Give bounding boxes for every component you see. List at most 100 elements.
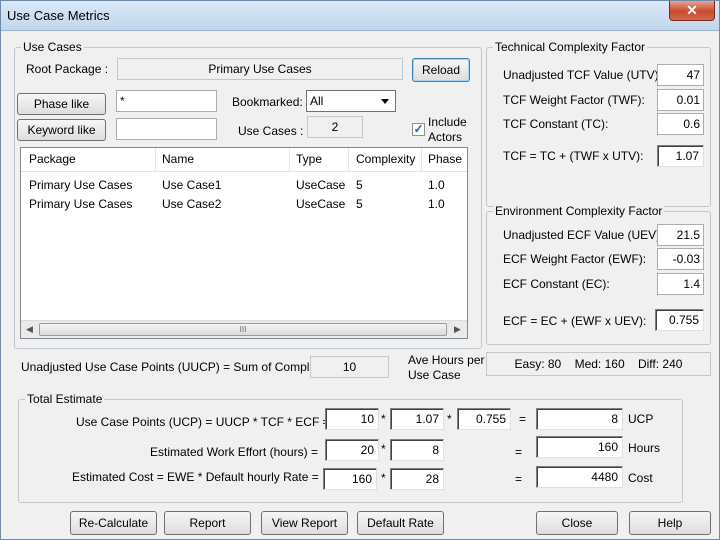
ucp-ecf-value: 0.755	[457, 408, 511, 430]
tcf-group-title: Technical Complexity Factor	[493, 40, 648, 54]
keyword-like-button[interactable]: Keyword like	[17, 119, 106, 141]
equals-sign: =	[515, 472, 523, 486]
effort-label: Estimated Work Effort (hours) =	[150, 445, 318, 459]
column-header-type[interactable]: Type	[296, 152, 322, 166]
bookmarked-select[interactable]: All	[306, 90, 396, 112]
cell-package: Primary Use Cases	[29, 178, 133, 192]
column-header-name[interactable]: Name	[162, 152, 194, 166]
ecf-uev-label: Unadjusted ECF Value (UEV):	[503, 228, 664, 242]
ucp-unit: UCP	[628, 412, 654, 426]
tcf-twf-input[interactable]: 0.01	[657, 89, 704, 111]
tcf-tc-label: TCF Constant (TC):	[503, 117, 609, 131]
include-actors-label-1: Include	[428, 115, 467, 129]
use-case-list[interactable]: Package Name Type Complexity Phase Prima…	[20, 147, 468, 339]
cell-complexity: 5	[356, 197, 363, 211]
keyword-like-input[interactable]	[116, 118, 217, 140]
effort-result: 160	[536, 436, 623, 458]
horizontal-scrollbar[interactable]: ◀ III ▶	[21, 320, 467, 338]
chevron-down-icon	[381, 99, 389, 104]
cell-type: UseCase	[296, 197, 346, 211]
ecf-formula-label: ECF = EC + (EWF x UEV):	[503, 314, 647, 328]
phase-like-input[interactable]: *	[116, 90, 217, 112]
view-report-button[interactable]: View Report	[261, 511, 348, 535]
default-rate-button[interactable]: Default Rate	[357, 511, 444, 535]
table-row[interactable]: Primary Use Cases Use Case1 UseCase 5 1.…	[21, 176, 467, 195]
uucp-label: Unadjusted Use Case Points (UUCP) = Sum …	[21, 360, 335, 374]
column-divider[interactable]	[348, 148, 349, 172]
ecf-ec-input[interactable]: 1.4	[657, 273, 704, 295]
cell-name: Use Case2	[162, 197, 222, 211]
include-actors-label-2: Actors	[428, 130, 463, 144]
effort-unit: Hours	[628, 441, 661, 455]
equals-sign: =	[515, 445, 523, 459]
close-button[interactable]: Close	[536, 511, 618, 535]
report-button[interactable]: Report	[164, 511, 251, 535]
ucp-tcf-value: 1.07	[390, 408, 444, 430]
scrollbar-thumb[interactable]: III	[39, 323, 447, 336]
ave-hours-label-2: Use Case	[408, 368, 461, 382]
dialog-client: Use Cases Root Package : Primary Use Cas…	[7, 31, 715, 535]
cell-phase: 1.0	[428, 197, 445, 211]
bookmarked-label: Bookmarked:	[232, 95, 303, 109]
tcf-formula-label: TCF = TC + (TWF x UTV):	[503, 149, 644, 163]
root-package-field: Primary Use Cases	[117, 58, 403, 80]
table-row[interactable]: Primary Use Cases Use Case2 UseCase 5 1.…	[21, 195, 467, 214]
cell-phase: 1.0	[428, 178, 445, 192]
column-header-package[interactable]: Package	[29, 152, 76, 166]
ecf-ewf-label: ECF Weight Factor (EWF):	[503, 252, 647, 266]
ucp-result: 8	[536, 408, 623, 430]
ave-hours-med: Med: 160	[574, 357, 625, 371]
ucp-label: Use Case Points (UCP) = UUCP * TCF * ECF…	[76, 415, 330, 429]
cost-label: Estimated Cost = EWE * Default hourly Ra…	[72, 470, 319, 484]
tcf-twf-label: TCF Weight Factor (TWF):	[503, 93, 645, 107]
cost-rate-value: 28	[390, 468, 444, 490]
cell-type: UseCase	[296, 178, 346, 192]
use-cases-group-title: Use Cases	[21, 40, 84, 54]
cell-complexity: 5	[356, 178, 363, 192]
scroll-left-icon[interactable]: ◀	[26, 324, 33, 335]
ecf-group-title: Environment Complexity Factor	[493, 204, 665, 218]
multiply-sign: *	[381, 471, 386, 485]
ucp-uucp-value: 10	[325, 408, 379, 430]
tcf-utv-label: Unadjusted TCF Value (UTV):	[503, 68, 662, 82]
uucp-value: 10	[310, 356, 389, 378]
ecf-result: 0.755	[655, 309, 704, 331]
reload-button[interactable]: Reload	[412, 58, 470, 82]
ave-hours-label-1: Ave Hours per	[408, 353, 485, 367]
ecf-ec-label: ECF Constant (EC):	[503, 277, 610, 291]
ave-hours-easy: Easy: 80	[514, 357, 562, 371]
scroll-right-icon[interactable]: ▶	[454, 324, 461, 335]
phase-like-button[interactable]: Phase like	[17, 93, 106, 115]
ecf-uev-input[interactable]: 21.5	[657, 224, 704, 246]
column-header-phase[interactable]: Phase	[428, 152, 462, 166]
cost-effort-value: 160	[323, 468, 377, 490]
equals-sign: =	[519, 412, 527, 426]
root-package-label: Root Package :	[26, 62, 109, 76]
effort-hours-value: 8	[390, 439, 444, 461]
tcf-utv-input[interactable]: 47	[657, 64, 704, 86]
ave-hours-diff: Diff: 240	[637, 357, 683, 371]
cell-name: Use Case1	[162, 178, 222, 192]
ave-hours-field: Easy: 80 Med: 160 Diff: 240	[486, 352, 711, 376]
cell-package: Primary Use Cases	[29, 197, 133, 211]
multiply-sign: *	[381, 412, 386, 426]
use-case-metrics-window: Use Case Metrics ✕ Use Cases Root Packag…	[0, 0, 720, 540]
tcf-result: 1.07	[657, 145, 704, 167]
column-divider[interactable]	[421, 148, 422, 172]
include-actors-checkbox[interactable]: ✓	[412, 123, 425, 136]
multiply-sign: *	[381, 442, 386, 456]
help-button[interactable]: Help	[629, 511, 711, 535]
bookmarked-value: All	[310, 94, 324, 108]
use-cases-count-label: Use Cases :	[238, 124, 304, 138]
recalculate-button[interactable]: Re-Calculate	[70, 511, 157, 535]
close-icon[interactable]: ✕	[669, 1, 715, 21]
title-bar[interactable]: Use Case Metrics ✕	[1, 1, 719, 31]
column-divider[interactable]	[289, 148, 290, 172]
list-header: Package Name Type Complexity Phase	[21, 148, 467, 172]
column-header-complexity[interactable]: Complexity	[356, 152, 415, 166]
cost-unit: Cost	[628, 471, 653, 485]
window-title: Use Case Metrics	[7, 8, 110, 23]
ecf-ewf-input[interactable]: -0.03	[657, 248, 704, 270]
column-divider[interactable]	[155, 148, 156, 172]
tcf-tc-input[interactable]: 0.6	[657, 113, 704, 135]
